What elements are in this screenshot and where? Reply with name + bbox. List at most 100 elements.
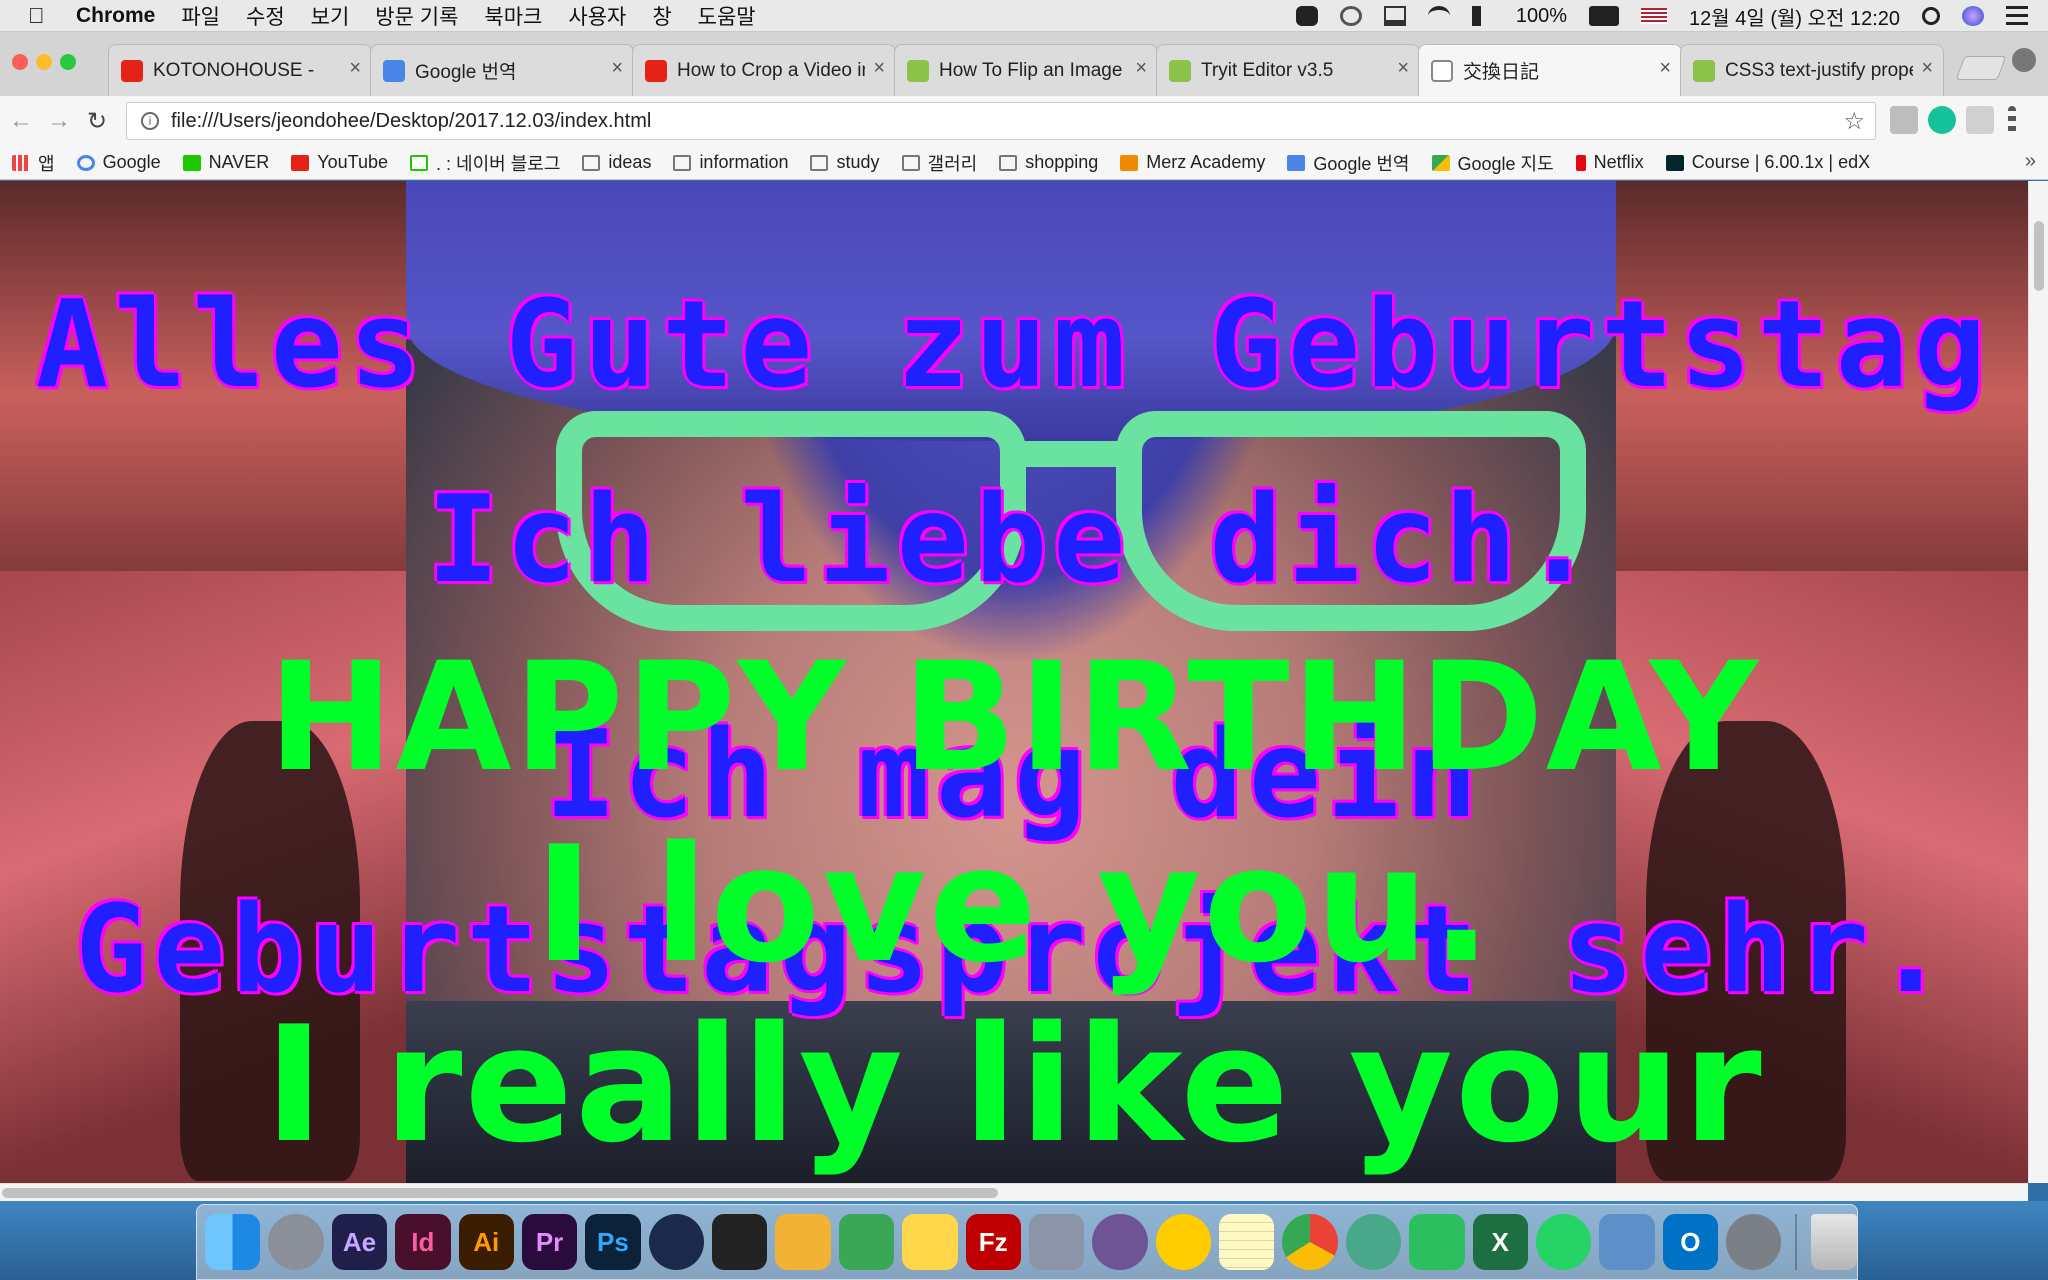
bookmark-folder-study[interactable]: study [810,152,880,173]
app-menu-chrome[interactable]: Chrome [76,4,155,28]
cinema4d-icon[interactable] [648,1214,704,1270]
forward-arrow-icon[interactable]: → [40,107,78,135]
url-text[interactable]: file:///Users/jeondohee/Desktop/2017.12.… [171,110,651,133]
wifi-icon[interactable] [1427,6,1450,26]
vertical-scrollbar[interactable] [2028,181,2048,1183]
volume-icon[interactable] [1471,6,1494,26]
bookmark-youtube[interactable]: YouTube [291,152,388,173]
trash-icon[interactable] [1811,1214,1857,1270]
finder-icon[interactable] [205,1214,261,1270]
after-effects-icon[interactable]: Ae [331,1214,388,1270]
premiere-icon[interactable]: Pr [521,1214,578,1270]
notification-center-icon[interactable] [2006,6,2028,26]
system-preferences-icon[interactable] [1726,1214,1782,1270]
tab-css3-text-justify[interactable]: CSS3 text-justify prope × [1680,44,1944,96]
menu-edit[interactable]: 수정 [246,1,285,31]
horizontal-scrollbar-thumb[interactable] [2,1188,998,1198]
filezilla-icon[interactable]: Fz [965,1214,1021,1270]
bookmark-netflix[interactable]: Netflix [1575,152,1644,173]
bookmark-google-translate[interactable]: Google 번역 [1287,150,1410,176]
menu-view[interactable]: 보기 [311,1,350,31]
bookmark-folder-shopping[interactable]: shopping [999,152,1098,173]
outlook-icon[interactable]: O [1662,1214,1718,1270]
menu-file[interactable]: 파일 [181,1,220,31]
bookmarks-overflow-chevron-icon[interactable]: » [2025,150,2036,173]
python-icon[interactable] [902,1214,958,1270]
tab-tryit-editor[interactable]: Tryit Editor v3.5 × [1156,44,1420,96]
bookmark-edx-course[interactable]: Course | 6.00.1x | edX [1665,152,1870,173]
new-tab-button[interactable] [1955,56,2007,80]
bookmark-apps[interactable]: 앱 [12,150,55,176]
window-zoom-button[interactable] [60,54,76,70]
grammarly-icon[interactable] [1928,106,1956,134]
window-close-button[interactable] [12,54,28,70]
whatsapp-icon[interactable] [1535,1214,1592,1270]
close-tab-icon[interactable]: × [1921,57,1933,80]
illustrator-icon[interactable]: Ai [458,1214,514,1270]
close-tab-icon[interactable]: × [1397,57,1409,80]
bookmark-google[interactable]: Google [76,152,161,173]
launchpad-icon[interactable] [268,1214,324,1270]
menu-bookmarks[interactable]: 북마크 [484,1,542,31]
instruments-icon[interactable] [838,1214,895,1270]
profile-avatar-icon[interactable] [2012,48,2036,72]
apple-menu-icon[interactable]:  [28,3,58,29]
us-flag-icon[interactable] [1641,8,1668,24]
chrome-icon[interactable] [1282,1214,1338,1270]
notes-icon[interactable] [1219,1214,1275,1270]
tab-google-translate[interactable]: Google 번역 × [370,44,634,96]
github-icon[interactable] [1092,1214,1148,1270]
vertical-scrollbar-thumb[interactable] [2034,221,2044,291]
menu-window[interactable]: 창 [652,1,671,31]
horizontal-scrollbar[interactable] [0,1183,2028,1201]
cocktail-icon[interactable] [775,1214,831,1270]
unity-icon[interactable] [712,1214,768,1270]
photoshop-icon[interactable]: Ps [585,1214,641,1270]
back-arrow-icon[interactable]: ← [2,107,40,135]
preview-icon[interactable] [1599,1214,1655,1270]
tab-crop-video[interactable]: How to Crop a Video in × [632,44,896,96]
bookmark-folder-gallery[interactable]: 갤러리 [901,150,977,176]
extension-cast-icon[interactable] [1966,106,1994,134]
chrome-menu-icon[interactable] [2008,106,2016,134]
siri-icon[interactable] [1962,6,1984,26]
bookmark-google-maps[interactable]: Google 지도 [1431,150,1554,176]
window-minimize-button[interactable] [36,54,52,70]
extension-instapaper-icon[interactable] [1890,106,1918,134]
tab-kotonohouse[interactable]: KOTONOHOUSE - × [108,44,372,96]
bookmark-label: Google 지도 [1457,153,1554,174]
menu-help[interactable]: 도움말 [698,1,756,31]
bookmark-star-icon[interactable]: ☆ [1843,107,1865,136]
airplay-icon[interactable] [1383,6,1406,26]
bookmark-folder-information[interactable]: information [673,152,788,173]
tab-flip-image[interactable]: How To Flip an Image × [894,44,1158,96]
sequel-pro-icon[interactable] [1028,1214,1085,1270]
menu-people[interactable]: 사용자 [568,1,626,31]
creative-cloud-status-icon[interactable] [1339,6,1362,26]
close-tab-icon[interactable]: × [349,57,361,80]
reload-icon[interactable]: ↻ [78,107,116,136]
cyberduck-icon[interactable] [1155,1214,1211,1270]
close-tab-icon[interactable]: × [1659,57,1671,80]
close-tab-icon[interactable]: × [873,57,885,80]
bookmark-naver[interactable]: NAVER [182,152,269,173]
google-translate-icon [1287,154,1306,171]
evernote-status-icon[interactable] [1295,6,1318,26]
close-tab-icon[interactable]: × [611,57,623,80]
spotlight-search-icon[interactable] [1922,7,1940,25]
bookmark-naver-blog[interactable]: . : 네이버 블로그 [410,150,560,176]
menubar-clock[interactable]: 12월 4일 (월) 오전 12:20 [1689,2,1900,31]
atom-icon[interactable] [1345,1214,1402,1270]
indesign-icon[interactable]: Id [395,1214,451,1270]
bookmark-folder-ideas[interactable]: ideas [582,152,651,173]
excel-icon[interactable]: X [1472,1214,1528,1270]
edx-icon [1665,154,1684,171]
close-tab-icon[interactable]: × [1135,57,1147,80]
battery-icon[interactable] [1589,6,1620,26]
tab-exchange-diary-active[interactable]: 交換日記 × [1418,44,1682,96]
address-bar[interactable]: i file:///Users/jeondohee/Desktop/2017.1… [126,102,1876,140]
site-info-icon[interactable]: i [141,112,159,130]
bookmark-merz-academy[interactable]: Merz Academy [1120,152,1265,173]
menu-history[interactable]: 방문 기록 [375,1,458,31]
evernote-icon[interactable] [1409,1214,1465,1270]
